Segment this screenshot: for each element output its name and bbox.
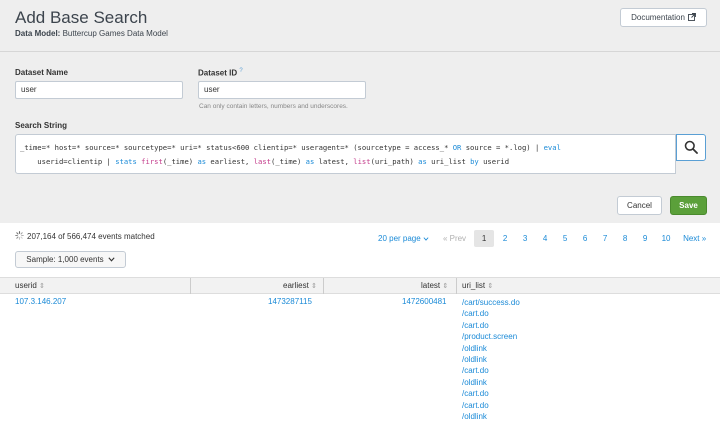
cancel-button[interactable]: Cancel bbox=[617, 196, 662, 215]
search-text: source = *.log) | bbox=[461, 143, 544, 152]
prev-page-button[interactable]: « Prev bbox=[443, 234, 466, 243]
search-text: latest, bbox=[314, 157, 354, 166]
column-header-latest[interactable]: latest ⇕ bbox=[421, 278, 448, 294]
list-item[interactable]: /product.screen bbox=[462, 331, 520, 342]
table-header: userid ⇕ earliest ⇕ latest ⇕ uri_list ⇕ bbox=[0, 277, 720, 294]
save-button[interactable]: Save bbox=[670, 196, 707, 215]
column-label: userid bbox=[15, 281, 37, 290]
column-label: latest bbox=[421, 281, 441, 290]
search-command: eval bbox=[543, 143, 561, 152]
cell-uri-list: /cart/success.do /cart.do /cart.do /prod… bbox=[462, 297, 520, 422]
sort-icon: ⇕ bbox=[442, 283, 449, 290]
list-item[interactable]: /cart/success.do bbox=[462, 297, 520, 308]
chevron-down-icon bbox=[108, 255, 115, 264]
external-link-icon bbox=[687, 12, 696, 23]
help-question-icon[interactable]: ? bbox=[239, 68, 242, 74]
dataset-id-help: Can only contain letters, numbers and un… bbox=[199, 103, 348, 110]
search-text: userid bbox=[478, 157, 510, 166]
page-6-button[interactable]: 6 bbox=[575, 234, 595, 243]
dataset-name-label: Dataset Name bbox=[15, 68, 68, 77]
column-label: earliest bbox=[283, 281, 309, 290]
loading-spinner-icon bbox=[15, 231, 24, 242]
list-item[interactable]: /oldlink bbox=[462, 354, 520, 365]
dataset-name-input[interactable]: user bbox=[15, 81, 183, 99]
cell-earliest[interactable]: 1473287115 bbox=[268, 297, 312, 306]
sort-icon: ⇕ bbox=[487, 283, 494, 290]
page-4-button[interactable]: 4 bbox=[535, 234, 555, 243]
search-text: (_time) bbox=[162, 157, 198, 166]
column-header-userid[interactable]: userid ⇕ bbox=[15, 278, 45, 294]
column-divider bbox=[323, 278, 324, 294]
dataset-id-input[interactable]: user bbox=[198, 81, 366, 99]
list-item[interactable]: /cart.do bbox=[462, 388, 520, 399]
column-divider bbox=[190, 278, 191, 294]
column-divider bbox=[456, 278, 457, 294]
per-page-dropdown[interactable]: 20 per page bbox=[378, 234, 429, 243]
search-text: userid=clientip | bbox=[20, 157, 116, 166]
search-text: earliest, bbox=[206, 157, 254, 166]
list-item[interactable]: /cart.do bbox=[462, 365, 520, 376]
documentation-button[interactable]: Documentation bbox=[620, 8, 707, 27]
sort-icon: ⇕ bbox=[39, 283, 45, 290]
dataset-id-label: Dataset ID ? bbox=[198, 68, 243, 78]
chevron-down-icon bbox=[423, 234, 429, 243]
search-text: uri_list bbox=[426, 157, 471, 166]
page-3-button[interactable]: 3 bbox=[515, 234, 535, 243]
documentation-label: Documentation bbox=[631, 13, 685, 22]
per-page-label: 20 per page bbox=[378, 234, 421, 243]
page-1-button[interactable]: 1 bbox=[474, 230, 495, 247]
search-keyword: by bbox=[470, 157, 479, 166]
search-function: first bbox=[141, 157, 163, 166]
dataset-id-label-text: Dataset ID bbox=[198, 68, 238, 78]
search-command: stats bbox=[115, 157, 137, 166]
list-item[interactable]: /oldlink bbox=[462, 377, 520, 388]
subtitle-value: Buttercup Games Data Model bbox=[62, 29, 168, 38]
column-label: uri_list bbox=[462, 281, 486, 290]
page-subtitle: Data Model: Buttercup Games Data Model bbox=[15, 29, 168, 38]
next-page-button[interactable]: Next » bbox=[683, 234, 706, 243]
search-text: _time=* host=* source=* sourcetype=* uri… bbox=[20, 143, 453, 152]
search-keyword: as bbox=[418, 157, 427, 166]
search-icon bbox=[684, 140, 698, 156]
page-8-button[interactable]: 8 bbox=[615, 234, 635, 243]
pagination: 20 per page « Prev 1 2 3 4 5 6 7 8 9 10 … bbox=[378, 230, 706, 247]
cell-latest[interactable]: 1472600481 bbox=[402, 297, 447, 306]
list-item[interactable]: /oldlink bbox=[462, 343, 520, 354]
search-string-label: Search String bbox=[15, 121, 68, 130]
list-item[interactable]: /cart.do bbox=[462, 308, 520, 319]
sample-label: Sample: 1,000 events bbox=[26, 255, 104, 264]
search-function: last bbox=[253, 157, 272, 166]
events-status: 207,164 of 566,474 events matched bbox=[15, 231, 155, 242]
subtitle-label: Data Model: bbox=[15, 29, 61, 38]
sort-icon: ⇕ bbox=[311, 283, 317, 290]
sample-dropdown[interactable]: Sample: 1,000 events bbox=[15, 251, 126, 268]
header-divider bbox=[0, 51, 720, 52]
events-matched-text: 207,164 of 566,474 events matched bbox=[27, 232, 155, 241]
page-5-button[interactable]: 5 bbox=[555, 234, 575, 243]
page-title: Add Base Search bbox=[15, 8, 148, 27]
column-header-uri-list[interactable]: uri_list ⇕ bbox=[462, 278, 493, 294]
page-2-button[interactable]: 2 bbox=[495, 234, 515, 243]
search-string-input[interactable]: _time=* host=* source=* sourcetype=* uri… bbox=[15, 134, 676, 174]
column-header-earliest[interactable]: earliest ⇕ bbox=[283, 278, 317, 294]
page-9-button[interactable]: 9 bbox=[635, 234, 655, 243]
cell-userid[interactable]: 107.3.146.207 bbox=[15, 297, 66, 306]
search-text: (_time) bbox=[271, 157, 306, 166]
search-keyword: as bbox=[305, 157, 315, 166]
list-item[interactable]: /oldlink bbox=[462, 411, 520, 422]
page-7-button[interactable]: 7 bbox=[595, 234, 615, 243]
search-function: list bbox=[353, 157, 371, 166]
search-button[interactable] bbox=[676, 134, 706, 161]
list-item[interactable]: /cart.do bbox=[462, 320, 520, 331]
search-text: (uri_path) bbox=[370, 157, 419, 166]
list-item[interactable]: /cart.do bbox=[462, 400, 520, 411]
page-10-button[interactable]: 10 bbox=[655, 234, 677, 243]
search-keyword: as bbox=[197, 157, 207, 166]
